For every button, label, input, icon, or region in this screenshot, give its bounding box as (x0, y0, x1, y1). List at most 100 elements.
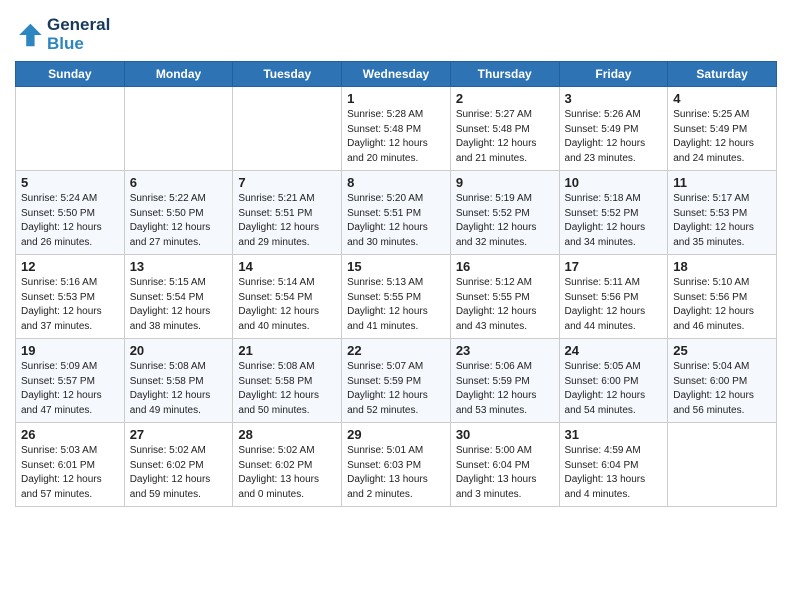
day-number: 18 (673, 259, 771, 274)
day-info: Sunrise: 5:24 AM Sunset: 5:50 PM Dayligh… (21, 192, 119, 250)
calendar-cell: 20Sunrise: 5:08 AM Sunset: 5:58 PM Dayli… (124, 339, 233, 423)
day-info: Sunrise: 5:13 AM Sunset: 5:55 PM Dayligh… (347, 276, 445, 334)
week-row-1: 1 Sunrise: 5:28 AM Sunset: 5:48 PM Daylig… (16, 87, 777, 171)
week-row-4: 19 Sunrise: 5:09 AM Sunset: 5:57 PM Dayli… (16, 339, 777, 423)
calendar-cell: 13 Sunrise: 5:15 AM Sunset: 5:54 PM Dayli… (124, 255, 233, 339)
day-info: Sunrise: 5:01 AM Sunset: 6:03 PM Dayligh… (347, 444, 445, 502)
day-header-sunday: Sunday (16, 62, 125, 87)
day-number: 12 (21, 259, 119, 274)
day-number: 28 (238, 427, 336, 442)
calendar-cell: 27 Sunrise: 5:02 AM Sunset: 6:02 PM Dayli… (124, 423, 233, 507)
week-row-2: 5 Sunrise: 5:24 AM Sunset: 5:50 PM Daylig… (16, 171, 777, 255)
day-number: 3 (565, 91, 663, 106)
calendar-cell (233, 87, 342, 171)
day-info: Sunrise: 5:04 AM Sunset: 6:00 PM Dayligh… (673, 360, 771, 418)
calendar-cell: 31 Sunrise: 4:59 AM Sunset: 6:04 PM Dayli… (559, 423, 668, 507)
calendar-table: SundayMondayTuesdayWednesdayThursdayFrid… (15, 61, 777, 507)
calendar-cell: 14 Sunrise: 5:14 AM Sunset: 5:54 PM Dayli… (233, 255, 342, 339)
day-number: 31 (565, 427, 663, 442)
day-info: Sunrise: 5:03 AM Sunset: 6:01 PM Dayligh… (21, 444, 119, 502)
header: General Blue (15, 10, 777, 53)
calendar-cell: 25 Sunrise: 5:04 AM Sunset: 6:00 PM Dayli… (668, 339, 777, 423)
day-header-friday: Friday (559, 62, 668, 87)
day-info: Sunrise: 5:20 AM Sunset: 5:51 PM Dayligh… (347, 192, 445, 250)
day-header-thursday: Thursday (450, 62, 559, 87)
calendar-cell: 5 Sunrise: 5:24 AM Sunset: 5:50 PM Daylig… (16, 171, 125, 255)
calendar-cell: 2 Sunrise: 5:27 AM Sunset: 5:48 PM Daylig… (450, 87, 559, 171)
day-info: Sunrise: 5:15 AM Sunset: 5:54 PM Dayligh… (130, 276, 228, 334)
day-info: Sunrise: 5:11 AM Sunset: 5:56 PM Dayligh… (565, 276, 663, 334)
day-info: Sunrise: 5:02 AM Sunset: 6:02 PM Dayligh… (130, 444, 228, 502)
day-info: Sunrise: 5:18 AM Sunset: 5:52 PM Dayligh… (565, 192, 663, 250)
day-info: Sunrise: 4:59 AM Sunset: 6:04 PM Dayligh… (565, 444, 663, 502)
day-info: Sunrise: 5:02 AM Sunset: 6:02 PM Dayligh… (238, 444, 336, 502)
day-info: Sunrise: 5:09 AM Sunset: 5:57 PM Dayligh… (21, 360, 119, 418)
calendar-cell: 19 Sunrise: 5:09 AM Sunset: 5:57 PM Dayli… (16, 339, 125, 423)
calendar-cell: 29Sunrise: 5:01 AM Sunset: 6:03 PM Dayli… (342, 423, 451, 507)
day-number: 30 (456, 427, 554, 442)
calendar-cell: 26 Sunrise: 5:03 AM Sunset: 6:01 PM Dayli… (16, 423, 125, 507)
logo-text-general: General (47, 16, 110, 35)
day-number: 7 (238, 175, 336, 190)
day-number: 26 (21, 427, 119, 442)
week-row-5: 26 Sunrise: 5:03 AM Sunset: 6:01 PM Dayli… (16, 423, 777, 507)
day-info: Sunrise: 5:08 AM Sunset: 5:58 PM Dayligh… (238, 360, 336, 418)
calendar-cell: 4Sunrise: 5:25 AM Sunset: 5:49 PM Daylig… (668, 87, 777, 171)
days-header-row: SundayMondayTuesdayWednesdayThursdayFrid… (16, 62, 777, 87)
day-info: Sunrise: 5:21 AM Sunset: 5:51 PM Dayligh… (238, 192, 336, 250)
day-info: Sunrise: 5:25 AM Sunset: 5:49 PM Dayligh… (673, 108, 771, 166)
day-number: 27 (130, 427, 228, 442)
day-number: 13 (130, 259, 228, 274)
day-number: 1 (347, 91, 445, 106)
day-header-saturday: Saturday (668, 62, 777, 87)
calendar-cell: 16Sunrise: 5:12 AM Sunset: 5:55 PM Dayli… (450, 255, 559, 339)
day-info: Sunrise: 5:22 AM Sunset: 5:50 PM Dayligh… (130, 192, 228, 250)
day-number: 5 (21, 175, 119, 190)
week-row-3: 12Sunrise: 5:16 AM Sunset: 5:53 PM Dayli… (16, 255, 777, 339)
day-number: 24 (565, 343, 663, 358)
logo: General Blue (15, 16, 110, 53)
calendar-cell: 18 Sunrise: 5:10 AM Sunset: 5:56 PM Dayli… (668, 255, 777, 339)
day-info: Sunrise: 5:05 AM Sunset: 6:00 PM Dayligh… (565, 360, 663, 418)
day-number: 2 (456, 91, 554, 106)
calendar-container: General Blue SundayMondayTuesdayWednesda… (0, 0, 792, 522)
day-number: 16 (456, 259, 554, 274)
day-info: Sunrise: 5:07 AM Sunset: 5:59 PM Dayligh… (347, 360, 445, 418)
calendar-cell: 21 Sunrise: 5:08 AM Sunset: 5:58 PM Dayli… (233, 339, 342, 423)
calendar-cell: 12Sunrise: 5:16 AM Sunset: 5:53 PM Dayli… (16, 255, 125, 339)
calendar-cell: 15 Sunrise: 5:13 AM Sunset: 5:55 PM Dayli… (342, 255, 451, 339)
day-number: 14 (238, 259, 336, 274)
day-number: 8 (347, 175, 445, 190)
calendar-cell (124, 87, 233, 171)
day-number: 11 (673, 175, 771, 190)
calendar-cell: 8 Sunrise: 5:20 AM Sunset: 5:51 PM Daylig… (342, 171, 451, 255)
day-number: 25 (673, 343, 771, 358)
day-number: 22 (347, 343, 445, 358)
day-number: 21 (238, 343, 336, 358)
calendar-cell: 11Sunrise: 5:17 AM Sunset: 5:53 PM Dayli… (668, 171, 777, 255)
day-info: Sunrise: 5:26 AM Sunset: 5:49 PM Dayligh… (565, 108, 663, 166)
calendar-cell: 24 Sunrise: 5:05 AM Sunset: 6:00 PM Dayli… (559, 339, 668, 423)
calendar-cell: 30 Sunrise: 5:00 AM Sunset: 6:04 PM Dayli… (450, 423, 559, 507)
day-info: Sunrise: 5:27 AM Sunset: 5:48 PM Dayligh… (456, 108, 554, 166)
calendar-cell: 10Sunrise: 5:18 AM Sunset: 5:52 PM Dayli… (559, 171, 668, 255)
day-number: 19 (21, 343, 119, 358)
day-info: Sunrise: 5:28 AM Sunset: 5:48 PM Dayligh… (347, 108, 445, 166)
day-info: Sunrise: 5:14 AM Sunset: 5:54 PM Dayligh… (238, 276, 336, 334)
day-info: Sunrise: 5:10 AM Sunset: 5:56 PM Dayligh… (673, 276, 771, 334)
calendar-cell: 9Sunrise: 5:19 AM Sunset: 5:52 PM Daylig… (450, 171, 559, 255)
calendar-cell: 1 Sunrise: 5:28 AM Sunset: 5:48 PM Daylig… (342, 87, 451, 171)
calendar-cell: 17Sunrise: 5:11 AM Sunset: 5:56 PM Dayli… (559, 255, 668, 339)
day-number: 20 (130, 343, 228, 358)
calendar-cell: 22 Sunrise: 5:07 AM Sunset: 5:59 PM Dayli… (342, 339, 451, 423)
day-header-tuesday: Tuesday (233, 62, 342, 87)
day-number: 23 (456, 343, 554, 358)
calendar-cell: 7 Sunrise: 5:21 AM Sunset: 5:51 PM Daylig… (233, 171, 342, 255)
calendar-cell (16, 87, 125, 171)
day-number: 15 (347, 259, 445, 274)
day-number: 9 (456, 175, 554, 190)
day-header-monday: Monday (124, 62, 233, 87)
calendar-cell: 3 Sunrise: 5:26 AM Sunset: 5:49 PM Daylig… (559, 87, 668, 171)
day-info: Sunrise: 5:00 AM Sunset: 6:04 PM Dayligh… (456, 444, 554, 502)
calendar-cell: 23Sunrise: 5:06 AM Sunset: 5:59 PM Dayli… (450, 339, 559, 423)
